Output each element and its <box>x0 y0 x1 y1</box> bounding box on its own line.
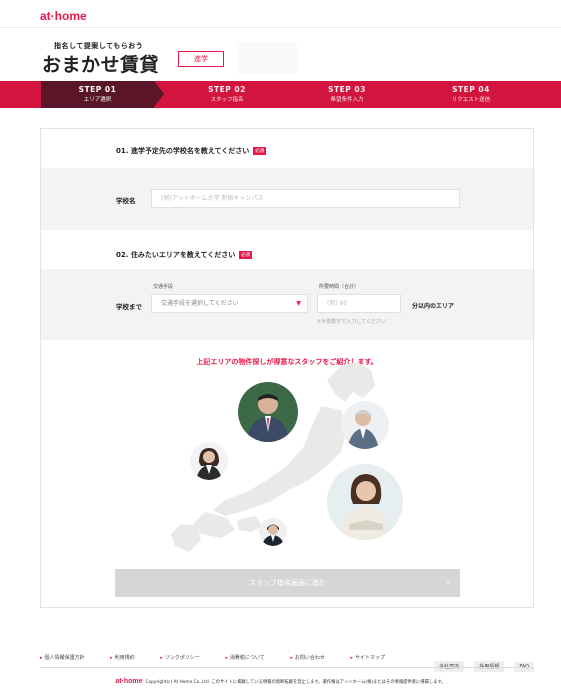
footer-logo[interactable]: at·home <box>115 678 142 685</box>
footer-link-terms[interactable]: ▸ 利用規約 <box>110 655 147 661</box>
footer-link-tax-label: 消費税について <box>229 655 265 661</box>
step-2-label: スタッフ指名 <box>210 97 244 103</box>
school-name-label: 学校名 <box>116 197 136 205</box>
footer-link-sitemap-label: サイトマップ <box>354 655 385 661</box>
staff-photo-young-man <box>259 518 287 546</box>
school-name-input[interactable]: (例)アットホーム大学 新宿キャンパス <box>151 189 460 208</box>
copyright: at·home Copyright(c) At Home Co.,Ltd. このサ… <box>0 678 561 685</box>
step-3-label: 希望条件入力 <box>330 97 364 103</box>
site-logo[interactable]: at·home <box>40 9 87 23</box>
form-card: 01. 進学予定先の学校名を教えてください 必須 学校名 (例)アットホーム大学 … <box>40 128 534 608</box>
staff-promo: 上記エリアの物件探しが得意なスタッフをご紹介します。 スタッフ指名画面に進む › <box>41 340 533 607</box>
footer-link-contact-label: お問い合わせ <box>294 655 325 661</box>
section-school-title-text: 01. 進学予定先の学校名を教えてください <box>116 147 250 155</box>
proceed-button-label: スタッフ指名画面に進む <box>249 579 326 587</box>
footer-link-privacy-label: 個人情報保護方針 <box>44 655 85 661</box>
footer-link-link-policy[interactable]: ▸ リンクポリシー <box>160 655 212 661</box>
footer-links: ▸ 個人情報保護方針 ▸ 利用規約 ▸ リンクポリシー ▸ 消費税について ▸ お問い合わ… <box>40 654 409 661</box>
step-1: STEP 01 エリア選択 <box>41 81 154 108</box>
arrow-right-icon: ▸ <box>290 655 293 661</box>
step-1-number: STEP 01 <box>78 85 117 94</box>
staff-man-icon <box>246 394 290 442</box>
transport-caption: 交通手段 <box>153 284 174 290</box>
copyright-text: Copyright(c) At Home Co.,Ltd. このサイトに掲載して… <box>145 680 446 685</box>
section-school-body: 学校名 (例)アットホーム大学 新宿キャンパス <box>41 168 533 230</box>
staff-older-man-icon <box>347 410 379 449</box>
travel-time-input[interactable]: (例) 60 <box>317 294 401 313</box>
footer-divider <box>40 667 534 668</box>
step-2-number: STEP 02 <box>208 85 246 94</box>
time-caption: 所要時間（合計） <box>319 284 360 290</box>
header-placeholder <box>237 42 297 74</box>
arrow-right-icon: ▸ <box>110 655 113 661</box>
japan-map-illustration <box>171 362 375 552</box>
header-divider <box>0 27 561 28</box>
footer-link-sitemap[interactable]: ▸ サイトマップ <box>350 655 397 661</box>
staff-woman-smiling-icon <box>339 474 391 540</box>
arrow-right-icon: ▸ <box>225 655 228 661</box>
arrow-right-icon: ▸ <box>160 655 163 661</box>
section-area-body: 交通手段 所要時間（合計） 学校まで 交通手段を選択してください ▼ (例) 6… <box>41 269 533 340</box>
footer-link-tax[interactable]: ▸ 消費税について <box>225 655 276 661</box>
step-progress-bar: STEP 01 エリア選択 STEP 02 スタッフ指名 STEP 03 希望条… <box>0 81 561 108</box>
required-badge: 必須 <box>253 147 267 155</box>
arrow-right-icon: ▸ <box>40 655 43 661</box>
footer-link-contact[interactable]: ▸ お問い合わせ <box>290 655 337 661</box>
staff-photo-older-man <box>341 401 389 449</box>
dropdown-arrow-icon: ▼ <box>296 300 301 307</box>
step-4-label: リクエスト送信 <box>451 97 491 103</box>
chevron-right-icon: › <box>446 578 450 588</box>
arrow-right-icon: ▸ <box>350 655 353 661</box>
staff-photo-woman-2 <box>327 464 403 540</box>
time-note: ※半角数字で入力してください <box>317 319 386 325</box>
step-2: STEP 02 スタッフ指名 <box>172 81 282 108</box>
required-badge: 必須 <box>239 251 253 259</box>
staff-woman-icon <box>196 448 222 480</box>
step-4-number: STEP 04 <box>452 85 490 94</box>
section-area-header: 02. 住みたいエリアを教えてください 必須 <box>41 230 533 269</box>
step-1-label: エリア選択 <box>83 97 112 103</box>
section-school-header: 01. 進学予定先の学校名を教えてください 必須 <box>41 129 533 168</box>
transport-select-value: 交通手段を選択してください <box>161 300 239 307</box>
step-4: STEP 04 リクエスト送信 <box>416 81 526 108</box>
step-3: STEP 03 希望条件入力 <box>292 81 402 108</box>
footer-link-terms-label: 利用規約 <box>114 655 135 661</box>
staff-photo-woman-1 <box>190 442 228 480</box>
active-step-arrow <box>154 81 164 107</box>
section-area-title: 02. 住みたいエリアを教えてください 必須 <box>116 250 253 260</box>
transport-select[interactable]: 交通手段を選択してください ▼ <box>151 294 308 313</box>
step-3-number: STEP 03 <box>328 85 366 94</box>
category-badge: 進学 <box>178 51 224 67</box>
brand-title: おまかせ賃貸 <box>42 54 160 76</box>
footer-link-privacy[interactable]: ▸ 個人情報保護方針 <box>40 655 97 661</box>
footer-buttons: 会社案内 採用情報 FAQ <box>429 653 534 672</box>
to-school-label: 学校まで <box>116 303 142 311</box>
time-suffix: 分以内のエリア <box>412 303 455 310</box>
footer-link-link-policy-label: リンクポリシー <box>164 655 200 661</box>
proceed-to-staff-button[interactable]: スタッフ指名画面に進む › <box>115 569 460 597</box>
staff-photo-man-suit <box>238 382 298 442</box>
section-area-title-text: 02. 住みたいエリアを教えてください <box>116 251 236 259</box>
section-school-title: 01. 進学予定先の学校名を教えてください 必須 <box>116 146 267 156</box>
staff-young-man-icon <box>262 524 284 546</box>
